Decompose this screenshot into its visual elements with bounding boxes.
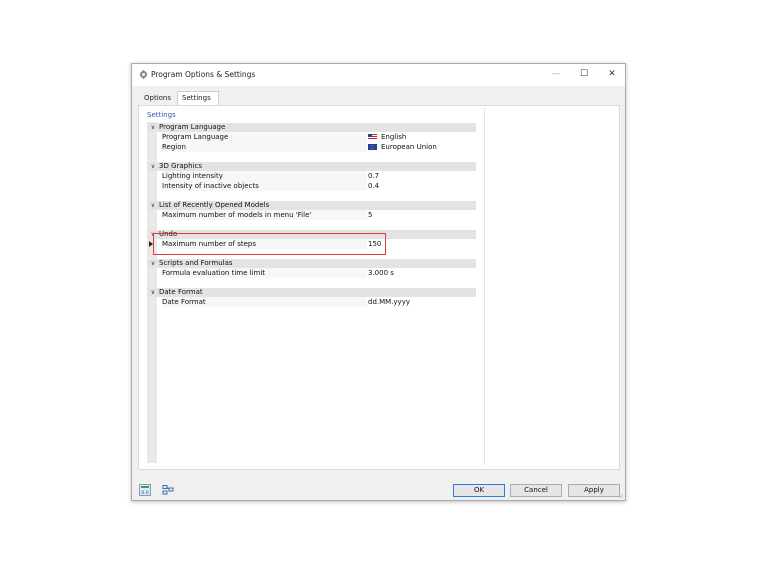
preview-panel bbox=[484, 108, 618, 465]
group-label: 3D Graphics bbox=[159, 162, 202, 170]
minimize-button[interactable]: — bbox=[542, 64, 570, 86]
property-name: Maximum number of models in menu 'File' bbox=[162, 210, 367, 220]
group-label: List of Recently Opened Models bbox=[159, 201, 270, 209]
settings-panel: Settings ∨ Program Language Program Lang… bbox=[141, 108, 476, 465]
property-value[interactable]: 3.000 s bbox=[368, 268, 394, 278]
property-name: Program Language bbox=[162, 132, 367, 142]
property-value: English bbox=[381, 133, 407, 141]
chevron-down-icon[interactable]: ∨ bbox=[149, 259, 157, 268]
us-flag-icon bbox=[368, 134, 377, 140]
property-value-cell[interactable]: English bbox=[368, 132, 406, 142]
property-name: Lighting intensity bbox=[162, 171, 367, 181]
settings-tab-body: Settings ∨ Program Language Program Lang… bbox=[138, 105, 620, 470]
group-label: Program Language bbox=[159, 123, 226, 131]
maximize-button[interactable]: ☐ bbox=[570, 64, 598, 86]
property-row[interactable]: Region European Union bbox=[147, 142, 476, 152]
property-row[interactable]: Formula evaluation time limit 3.000 s bbox=[147, 268, 476, 278]
highlight-box bbox=[153, 233, 386, 255]
resize-grip-icon[interactable] bbox=[617, 492, 623, 498]
program-options-dialog: Program Options & Settings — ☐ ✕ Options… bbox=[131, 63, 626, 501]
tab-options[interactable]: Options bbox=[140, 92, 176, 105]
property-row[interactable]: Program Language English bbox=[147, 132, 476, 142]
ok-button[interactable]: OK bbox=[453, 484, 505, 497]
table-icon[interactable] bbox=[162, 484, 174, 496]
units-icon[interactable]: 0.0 bbox=[139, 484, 151, 496]
property-value[interactable]: 0.4 bbox=[368, 181, 379, 191]
property-name: Region bbox=[162, 142, 367, 152]
property-row[interactable]: Maximum number of models in menu 'File' … bbox=[147, 210, 476, 220]
chevron-down-icon[interactable]: ∨ bbox=[149, 201, 157, 210]
property-value: European Union bbox=[381, 143, 437, 151]
property-row[interactable]: Lighting intensity 0.7 bbox=[147, 171, 476, 181]
property-row[interactable]: Date Format dd.MM.yyyy bbox=[147, 297, 476, 307]
group-program-language[interactable]: ∨ Program Language bbox=[147, 123, 476, 132]
title-bar[interactable]: Program Options & Settings — ☐ ✕ bbox=[132, 64, 625, 86]
property-value-cell[interactable]: European Union bbox=[368, 142, 437, 152]
property-value[interactable]: dd.MM.yyyy bbox=[368, 297, 410, 307]
chevron-down-icon[interactable]: ∨ bbox=[149, 162, 157, 171]
group-label: Date Format bbox=[159, 288, 203, 296]
group-date-format[interactable]: ∨ Date Format bbox=[147, 288, 476, 297]
property-row[interactable]: Intensity of inactive objects 0.4 bbox=[147, 181, 476, 191]
group-recently-opened-models[interactable]: ∨ List of Recently Opened Models bbox=[147, 201, 476, 210]
chevron-down-icon[interactable]: ∨ bbox=[149, 288, 157, 297]
chevron-down-icon[interactable]: ∨ bbox=[149, 123, 157, 132]
window-title: Program Options & Settings bbox=[151, 70, 256, 79]
property-name: Intensity of inactive objects bbox=[162, 181, 367, 191]
property-name: Formula evaluation time limit bbox=[162, 268, 367, 278]
property-value[interactable]: 0.7 bbox=[368, 171, 379, 181]
program-gear-icon bbox=[139, 70, 148, 79]
panel-header: Settings bbox=[147, 111, 176, 119]
property-value[interactable]: 5 bbox=[368, 210, 372, 220]
property-name: Date Format bbox=[162, 297, 367, 307]
eu-flag-icon bbox=[368, 144, 377, 150]
apply-button[interactable]: Apply bbox=[568, 484, 620, 497]
group-scripts-and-formulas[interactable]: ∨ Scripts and Formulas bbox=[147, 259, 476, 268]
property-grid: ∨ Program Language Program Language Engl… bbox=[147, 123, 476, 307]
group-label: Scripts and Formulas bbox=[159, 259, 233, 267]
svg-text:0.0: 0.0 bbox=[141, 490, 148, 496]
tab-settings[interactable]: Settings bbox=[177, 91, 219, 105]
close-button[interactable]: ✕ bbox=[598, 64, 626, 86]
cancel-button[interactable]: Cancel bbox=[510, 484, 562, 497]
group-3d-graphics[interactable]: ∨ 3D Graphics bbox=[147, 162, 476, 171]
